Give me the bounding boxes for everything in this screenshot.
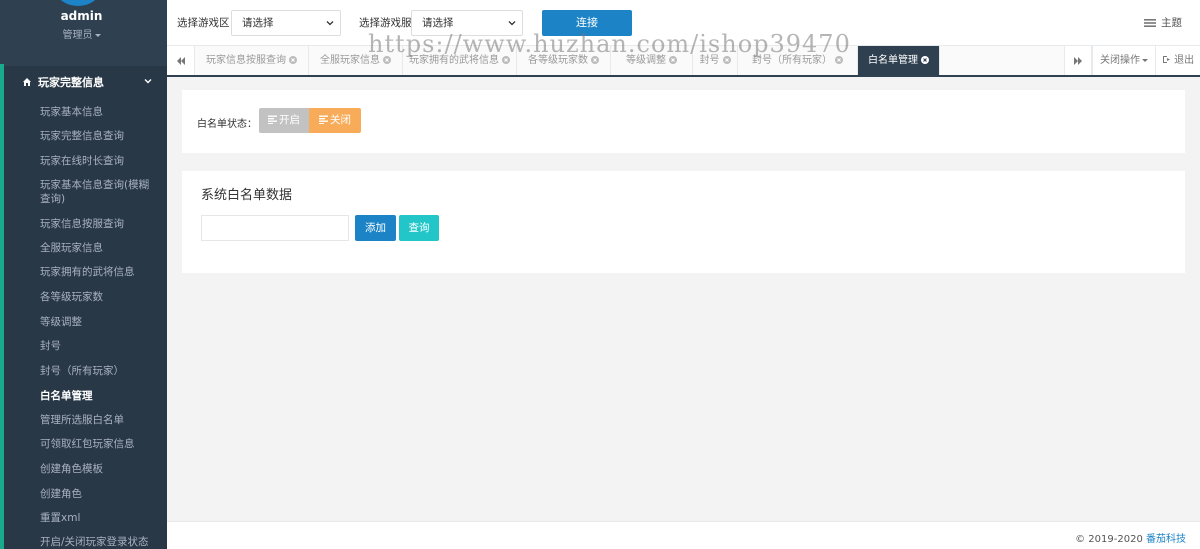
tab[interactable]: 玩家拥有的武将信息 xyxy=(403,46,517,75)
sidebar-item[interactable]: 各等级玩家数 xyxy=(40,290,158,304)
list-icon xyxy=(1144,18,1156,27)
close-tab-icon[interactable] xyxy=(289,56,297,64)
double-chevron-right-icon xyxy=(1074,56,1082,65)
tab[interactable]: 各等级玩家数 xyxy=(517,46,611,75)
tab[interactable]: 等级调整 xyxy=(611,46,693,75)
sidebar-item[interactable]: 玩家拥有的武将信息 xyxy=(40,265,158,279)
close-tab-icon[interactable] xyxy=(502,56,510,64)
sidebar-item[interactable]: 玩家基本信息查询(模糊查询) xyxy=(40,178,158,206)
caret-down-icon xyxy=(94,33,101,37)
sign-out-icon xyxy=(1162,56,1170,63)
theme-label: 主题 xyxy=(1161,17,1182,29)
brand-link[interactable]: 番茄科技 xyxy=(1146,534,1186,545)
whitelist-data-panel: 系统白名单数据 添加 查询 xyxy=(182,171,1185,273)
logout-label: 退出 xyxy=(1174,55,1195,66)
whitelist-off-label: 关闭 xyxy=(330,114,351,126)
align-left-icon xyxy=(319,115,328,124)
sidebar-item[interactable]: 开启/关闭玩家登录状态 xyxy=(40,535,158,549)
tab-label: 白名单管理 xyxy=(868,55,918,66)
tabs-bar: 玩家信息按服查询 全服玩家信息 玩家拥有的武将信息 各等级玩家数 等级调整 封号 封号（所有… xyxy=(167,46,1200,77)
top-bar: 选择游戏区 请选择 选择游戏服 请选择 连接 主题 xyxy=(167,0,1200,46)
avatar[interactable] xyxy=(55,0,101,6)
server-select-value: 请选择 xyxy=(422,17,454,29)
tab-label: 等级调整 xyxy=(626,55,666,66)
tab[interactable]: 封号（所有玩家） xyxy=(738,46,858,75)
whitelist-status-label: 白名单状态： xyxy=(197,119,257,130)
add-button[interactable]: 添加 xyxy=(355,215,396,241)
panel-title: 系统白名单数据 xyxy=(201,188,293,203)
theme-button[interactable]: 主题 xyxy=(1144,15,1182,30)
connect-button[interactable]: 连接 xyxy=(542,10,632,36)
sidebar-item[interactable]: 创建角色 xyxy=(40,487,158,501)
close-tab-icon[interactable] xyxy=(921,56,929,64)
footer-copyright: © 2019-2020 番茄科技 xyxy=(1075,530,1186,545)
whitelist-on-label: 开启 xyxy=(279,114,300,126)
chevron-down-icon xyxy=(326,21,334,26)
server-select[interactable]: 请选择 xyxy=(411,10,523,36)
logout-button[interactable]: 退出 xyxy=(1155,46,1200,75)
close-operations-dropdown[interactable]: 关闭操作 xyxy=(1092,46,1155,75)
close-tab-icon[interactable] xyxy=(383,56,391,64)
server-label: 选择游戏服 xyxy=(359,17,412,29)
sidebar-item[interactable]: 可领取红包玩家信息 xyxy=(40,437,158,451)
sidebar-item[interactable]: 封号（所有玩家） xyxy=(40,364,158,378)
user-role-label: 管理员 xyxy=(62,30,93,41)
whitelist-off-button[interactable]: 关闭 xyxy=(309,108,361,133)
tab[interactable]: 白名单管理 xyxy=(858,46,940,75)
whitelist-status-toggle: 开启 关闭 xyxy=(259,108,361,133)
sidebar-item[interactable]: 玩家在线时长查询 xyxy=(40,154,158,168)
tab-label: 玩家信息按服查询 xyxy=(206,55,286,66)
user-name[interactable]: admin xyxy=(0,9,163,23)
footer: © 2019-2020 番茄科技 xyxy=(167,521,1200,549)
sidebar-item[interactable]: 等级调整 xyxy=(40,315,158,329)
tab-label: 各等级玩家数 xyxy=(528,55,588,66)
close-operations-label: 关闭操作 xyxy=(1100,55,1140,66)
tabs-scroll-right-button[interactable] xyxy=(1064,46,1092,75)
sidebar-item[interactable]: 玩家基本信息 xyxy=(40,105,158,119)
zone-label: 选择游戏区 xyxy=(177,17,230,29)
sidebar-item[interactable]: 封号 xyxy=(40,339,158,353)
sidebar-item[interactable]: 创建角色模板 xyxy=(40,462,158,476)
whitelist-input[interactable] xyxy=(201,215,349,241)
home-icon xyxy=(23,78,31,86)
tabs-scroll-left-button[interactable] xyxy=(167,46,195,75)
chevron-down-icon xyxy=(144,79,152,84)
whitelist-status-panel: 白名单状态： 开启 关闭 xyxy=(182,90,1185,153)
sidebar-group-player-info[interactable]: 玩家完整信息 xyxy=(4,66,167,98)
tab-label: 封号 xyxy=(699,55,720,66)
zone-select[interactable]: 请选择 xyxy=(231,10,341,36)
tab[interactable]: 玩家信息按服查询 xyxy=(195,46,309,75)
chevron-down-icon xyxy=(508,21,516,26)
sidebar-item[interactable]: 管理所选服白名单 xyxy=(40,413,158,427)
query-button[interactable]: 查询 xyxy=(399,215,439,241)
tab[interactable]: 全服玩家信息 xyxy=(309,46,403,75)
copyright-text: © 2019-2020 xyxy=(1075,534,1146,545)
tab-label: 玩家拥有的武将信息 xyxy=(409,55,499,66)
tab[interactable]: 封号 xyxy=(693,46,738,75)
sidebar-item[interactable]: 玩家完整信息查询 xyxy=(40,129,158,143)
sidebar-item[interactable]: 重置xml xyxy=(40,511,158,525)
tab-label: 全服玩家信息 xyxy=(320,55,380,66)
zone-select-value: 请选择 xyxy=(242,17,274,29)
sidebar-item[interactable]: 白名单管理 xyxy=(40,389,158,403)
whitelist-on-button[interactable]: 开启 xyxy=(259,108,309,133)
sidebar-group-label: 玩家完整信息 xyxy=(38,76,104,89)
sidebar-item[interactable]: 玩家信息按服查询 xyxy=(40,217,158,231)
close-tab-icon[interactable] xyxy=(591,56,599,64)
caret-down-icon xyxy=(1142,58,1148,62)
user-role-dropdown[interactable]: 管理员 xyxy=(0,26,163,41)
double-chevron-left-icon xyxy=(176,56,185,65)
tab-label: 封号（所有玩家） xyxy=(752,55,832,66)
close-tab-icon[interactable] xyxy=(835,56,843,64)
sidebar: admin 管理员 玩家完整信息 玩家基本信息 玩家完整信息查询 玩家在线时长查询玩… xyxy=(0,0,167,549)
align-left-icon xyxy=(268,115,277,124)
close-tab-icon[interactable] xyxy=(669,56,677,64)
close-tab-icon[interactable] xyxy=(722,56,731,64)
sidebar-item[interactable]: 全服玩家信息 xyxy=(40,241,158,255)
